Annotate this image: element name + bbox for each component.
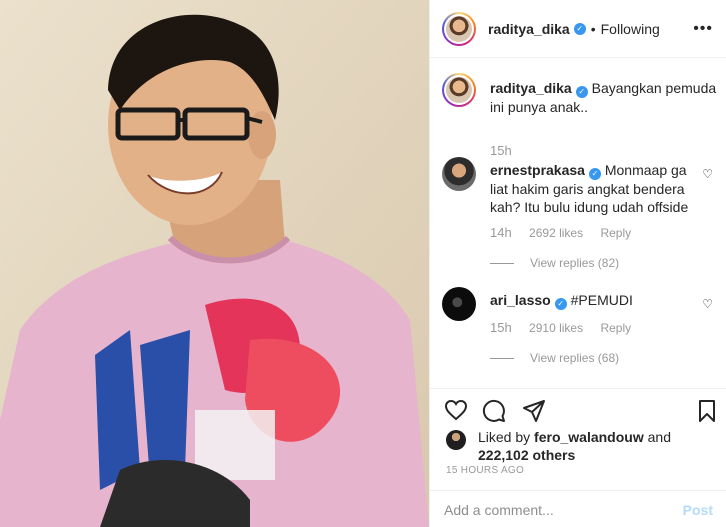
view-replies[interactable]: View replies (68) bbox=[490, 351, 619, 365]
caption-meta: 15h bbox=[490, 143, 526, 158]
share-icon[interactable] bbox=[522, 399, 546, 423]
comment-text-block: ari_lasso ✓ #PEMUDI bbox=[490, 291, 690, 310]
comment-like-heart-icon[interactable]: ♡ bbox=[702, 167, 713, 181]
comment-time[interactable]: 15h bbox=[490, 320, 512, 335]
following-button[interactable]: Following bbox=[601, 21, 660, 37]
view-replies-label[interactable]: View replies (82) bbox=[530, 256, 619, 270]
comment-reply-button[interactable]: Reply bbox=[600, 321, 631, 335]
liked-by-text: Liked by fero_walandouw and 222,102 othe… bbox=[478, 428, 671, 464]
caption: raditya_dika ✓ Bayangkan pemuda ini punya… bbox=[442, 73, 726, 158]
liked-by-prefix: Liked by bbox=[478, 429, 535, 445]
author-avatar[interactable] bbox=[442, 11, 476, 46]
replies-line bbox=[490, 262, 514, 264]
comment-username[interactable]: ari_lasso bbox=[490, 292, 551, 308]
heart-icon[interactable] bbox=[444, 399, 468, 421]
view-replies-label[interactable]: View replies (68) bbox=[530, 351, 619, 365]
comment-icon[interactable] bbox=[482, 399, 506, 423]
caption-time[interactable]: 15h bbox=[490, 143, 512, 158]
comment-item: ari_lasso ✓ #PEMUDI ♡ 15h 2910 likes Repl… bbox=[442, 287, 726, 387]
comment-reply-button[interactable]: Reply bbox=[600, 226, 631, 240]
post-photo bbox=[0, 0, 429, 527]
comment-text-block: ernestprakasa ✓ Monmaap ga liat hakim gar… bbox=[490, 161, 690, 216]
comment-like-heart-icon[interactable]: ♡ bbox=[702, 297, 713, 311]
comment-text: #PEMUDI bbox=[570, 292, 633, 308]
verified-badge-icon: ✓ bbox=[588, 168, 601, 180]
post-photo-image bbox=[0, 0, 429, 527]
comment-meta: 14h 2692 likes Reply bbox=[490, 225, 645, 240]
separator-dot: • bbox=[590, 20, 596, 37]
comment-avatar[interactable] bbox=[442, 287, 476, 321]
add-comment-input[interactable] bbox=[444, 500, 664, 520]
comment-meta: 15h 2910 likes Reply bbox=[490, 320, 645, 335]
verified-badge-icon: ✓ bbox=[575, 86, 588, 98]
caption-avatar[interactable] bbox=[442, 73, 476, 107]
bookmark-icon[interactable] bbox=[698, 399, 716, 423]
replies-line bbox=[490, 357, 514, 359]
liked-by-user[interactable]: fero_walandouw bbox=[534, 429, 644, 445]
add-comment-bar: Post bbox=[430, 490, 726, 527]
action-bar bbox=[430, 388, 726, 432]
comment-likes[interactable]: 2910 likes bbox=[529, 321, 583, 335]
verified-badge-icon: ✓ bbox=[554, 298, 567, 310]
liked-by-count[interactable]: 222,102 others bbox=[478, 447, 575, 463]
comment-time[interactable]: 14h bbox=[490, 225, 512, 240]
comment-username[interactable]: ernestprakasa bbox=[490, 162, 585, 178]
post-comment-button[interactable]: Post bbox=[683, 502, 713, 518]
post-side-panel: raditya_dika ✓ • Following ••• raditya_d… bbox=[429, 0, 726, 527]
comments-list[interactable]: raditya_dika ✓ Bayangkan pemuda ini punya… bbox=[430, 59, 726, 387]
verified-badge-icon: ✓ bbox=[573, 22, 586, 35]
liked-by-suffix: and bbox=[643, 429, 671, 445]
caption-text-block: raditya_dika ✓ Bayangkan pemuda ini punya… bbox=[490, 79, 718, 116]
post-timestamp[interactable]: 15 HOURS AGO bbox=[446, 465, 524, 476]
liker-avatar[interactable] bbox=[446, 430, 466, 450]
liked-by-section: Liked by fero_walandouw and 222,102 othe… bbox=[442, 428, 722, 464]
comment-item: ernestprakasa ✓ Monmaap ga liat hakim gar… bbox=[442, 157, 726, 277]
caption-username[interactable]: raditya_dika bbox=[490, 80, 572, 96]
comment-avatar[interactable] bbox=[442, 157, 476, 191]
more-options-icon[interactable]: ••• bbox=[693, 20, 713, 38]
view-replies[interactable]: View replies (82) bbox=[490, 256, 619, 270]
author-username[interactable]: raditya_dika bbox=[488, 21, 570, 37]
comment-likes[interactable]: 2692 likes bbox=[529, 226, 583, 240]
post-header: raditya_dika ✓ • Following ••• bbox=[430, 0, 726, 58]
